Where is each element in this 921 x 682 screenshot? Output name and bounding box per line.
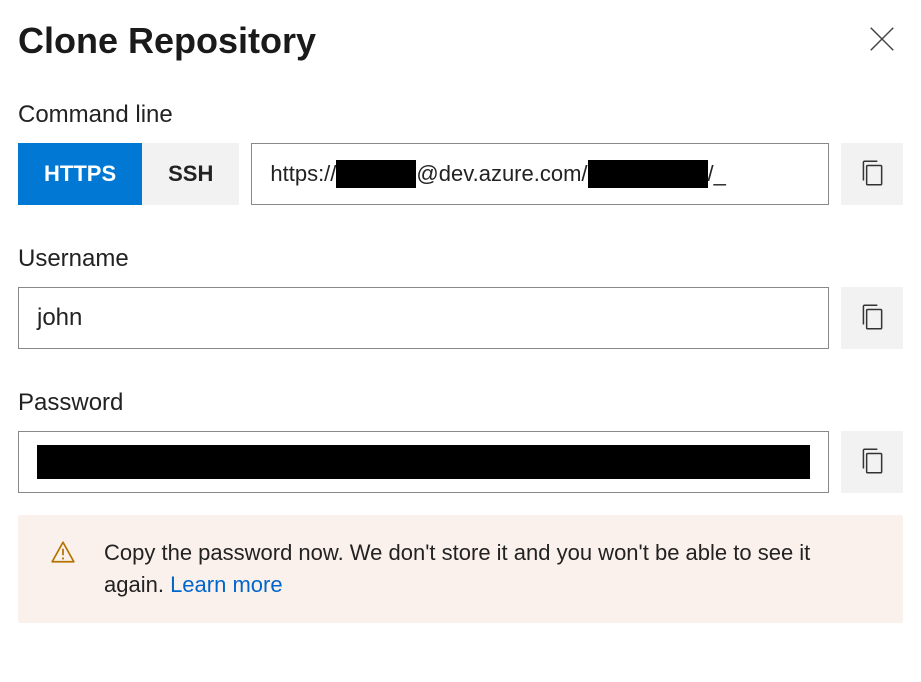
username-field[interactable]: john bbox=[18, 287, 829, 349]
url-text-suffix: /_ bbox=[708, 161, 726, 187]
learn-more-link[interactable]: Learn more bbox=[170, 572, 283, 597]
copy-icon bbox=[859, 446, 885, 479]
copy-icon bbox=[859, 158, 885, 191]
clone-url-field[interactable]: https:// @dev.azure.com/ /_ bbox=[251, 143, 829, 205]
username-value: john bbox=[37, 304, 82, 332]
alert-message: Copy the password now. We don't store it… bbox=[104, 537, 871, 601]
url-redacted-org bbox=[588, 160, 708, 188]
password-label: Password bbox=[18, 389, 903, 417]
tab-https[interactable]: HTTPS bbox=[18, 143, 142, 205]
password-warning-alert: Copy the password now. We don't store it… bbox=[18, 515, 903, 623]
password-value-redacted bbox=[37, 445, 810, 479]
command-line-label: Command line bbox=[18, 101, 903, 129]
url-text-mid: @dev.azure.com/ bbox=[416, 161, 587, 187]
warning-icon bbox=[50, 539, 76, 570]
close-button[interactable] bbox=[861, 18, 903, 63]
protocol-tabs: HTTPS SSH bbox=[18, 143, 239, 205]
dialog-title: Clone Repository bbox=[18, 20, 316, 62]
username-label: Username bbox=[18, 245, 903, 273]
close-icon bbox=[867, 24, 897, 57]
url-redacted-user bbox=[336, 160, 416, 188]
copy-icon bbox=[859, 302, 885, 335]
copy-password-button[interactable] bbox=[841, 431, 903, 493]
copy-username-button[interactable] bbox=[841, 287, 903, 349]
url-text-prefix: https:// bbox=[270, 161, 336, 187]
copy-url-button[interactable] bbox=[841, 143, 903, 205]
password-field[interactable] bbox=[18, 431, 829, 493]
tab-ssh[interactable]: SSH bbox=[142, 143, 239, 205]
